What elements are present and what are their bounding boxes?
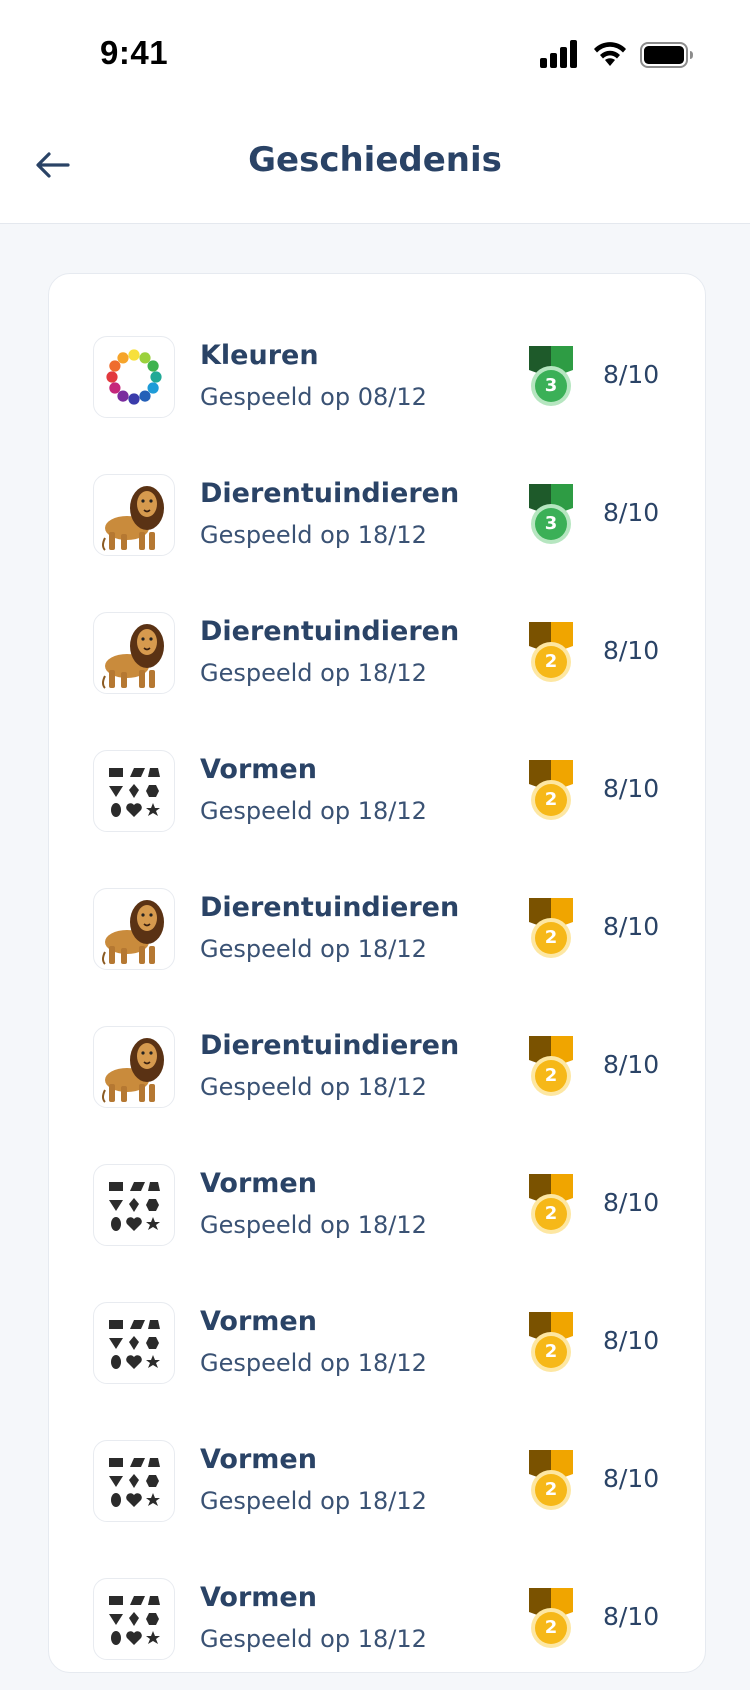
shapes-icon xyxy=(93,1578,175,1660)
medal-icon: 3 xyxy=(527,344,575,410)
score-value: 8/10 xyxy=(603,1602,660,1631)
medal-rank: 2 xyxy=(544,651,558,672)
history-list: Kleuren Gespeeld op 08/12 3 8/10 Dierentuind… xyxy=(48,273,706,1673)
lion-icon xyxy=(93,612,175,694)
game-title: Vormen xyxy=(200,1306,317,1337)
battery-icon xyxy=(640,42,694,72)
status-bar: 9:41 xyxy=(0,0,750,110)
medal-rank: 2 xyxy=(544,1617,558,1638)
lion-icon xyxy=(93,1026,175,1108)
played-date: Gespeeld op 18/12 xyxy=(200,1073,427,1101)
medal-rank: 3 xyxy=(544,513,558,534)
lion-icon xyxy=(93,474,175,556)
medal-icon: 3 xyxy=(527,482,575,548)
history-item[interactable]: Dierentuindieren Gespeeld op 18/12 3 8/10 xyxy=(49,448,707,586)
game-title: Kleuren xyxy=(200,340,319,371)
history-item[interactable]: Vormen Gespeeld op 18/12 2 8/10 xyxy=(49,1138,707,1276)
medal-rank: 2 xyxy=(544,1341,558,1362)
history-item[interactable]: Kleuren Gespeeld op 08/12 3 8/10 xyxy=(49,310,707,448)
medal-icon: 2 xyxy=(527,896,575,962)
app-header: Geschiedenis xyxy=(0,110,750,224)
score-value: 8/10 xyxy=(603,360,660,389)
score-value: 8/10 xyxy=(603,774,660,803)
medal-rank: 2 xyxy=(544,1203,558,1224)
game-title: Dierentuindieren xyxy=(200,1030,460,1061)
medal-icon: 2 xyxy=(527,620,575,686)
played-date: Gespeeld op 18/12 xyxy=(200,1625,427,1653)
medal-icon: 2 xyxy=(527,758,575,824)
page-title: Geschiedenis xyxy=(248,140,502,180)
medal-rank: 2 xyxy=(544,927,558,948)
score-value: 8/10 xyxy=(603,1188,660,1217)
color-wheel-icon xyxy=(93,336,175,418)
played-date: Gespeeld op 18/12 xyxy=(200,797,427,825)
history-item[interactable]: Vormen Gespeeld op 18/12 2 8/10 xyxy=(49,1276,707,1414)
played-date: Gespeeld op 18/12 xyxy=(200,1349,427,1377)
lion-icon xyxy=(93,888,175,970)
medal-icon: 2 xyxy=(527,1310,575,1376)
played-date: Gespeeld op 18/12 xyxy=(200,521,427,549)
history-item[interactable]: Vormen Gespeeld op 18/12 2 8/10 xyxy=(49,724,707,862)
score-value: 8/10 xyxy=(603,1326,660,1355)
shapes-icon xyxy=(93,1440,175,1522)
medal-rank: 2 xyxy=(544,1065,558,1086)
game-title: Dierentuindieren xyxy=(200,616,460,647)
game-title: Vormen xyxy=(200,1582,317,1613)
score-value: 8/10 xyxy=(603,912,660,941)
medal-rank: 2 xyxy=(544,789,558,810)
medal-icon: 2 xyxy=(527,1034,575,1100)
played-date: Gespeeld op 18/12 xyxy=(200,659,427,687)
wifi-icon xyxy=(592,40,628,72)
score-value: 8/10 xyxy=(603,1050,660,1079)
medal-icon: 2 xyxy=(527,1172,575,1238)
game-title: Dierentuindieren xyxy=(200,892,460,923)
played-date: Gespeeld op 18/12 xyxy=(200,1487,427,1515)
game-title: Vormen xyxy=(200,754,317,785)
signal-icon xyxy=(540,40,580,72)
history-item[interactable]: Vormen Gespeeld op 18/12 2 8/10 xyxy=(49,1414,707,1552)
medal-rank: 3 xyxy=(544,375,558,396)
medal-rank: 2 xyxy=(544,1479,558,1500)
game-title: Dierentuindieren xyxy=(200,478,460,509)
history-item[interactable]: Vormen Gespeeld op 18/12 2 8/10 xyxy=(49,1552,707,1690)
score-value: 8/10 xyxy=(603,1464,660,1493)
medal-icon: 2 xyxy=(527,1586,575,1652)
score-value: 8/10 xyxy=(603,498,660,527)
shapes-icon xyxy=(93,1164,175,1246)
shapes-icon xyxy=(93,1302,175,1384)
game-title: Vormen xyxy=(200,1444,317,1475)
played-date: Gespeeld op 08/12 xyxy=(200,383,427,411)
history-item[interactable]: Dierentuindieren Gespeeld op 18/12 2 8/10 xyxy=(49,586,707,724)
played-date: Gespeeld op 18/12 xyxy=(200,1211,427,1239)
medal-icon: 2 xyxy=(527,1448,575,1514)
status-time: 9:41 xyxy=(100,34,169,71)
shapes-icon xyxy=(93,750,175,832)
game-title: Vormen xyxy=(200,1168,317,1199)
played-date: Gespeeld op 18/12 xyxy=(200,935,427,963)
score-value: 8/10 xyxy=(603,636,660,665)
history-item[interactable]: Dierentuindieren Gespeeld op 18/12 2 8/10 xyxy=(49,862,707,1000)
history-item[interactable]: Dierentuindieren Gespeeld op 18/12 2 8/10 xyxy=(49,1000,707,1138)
